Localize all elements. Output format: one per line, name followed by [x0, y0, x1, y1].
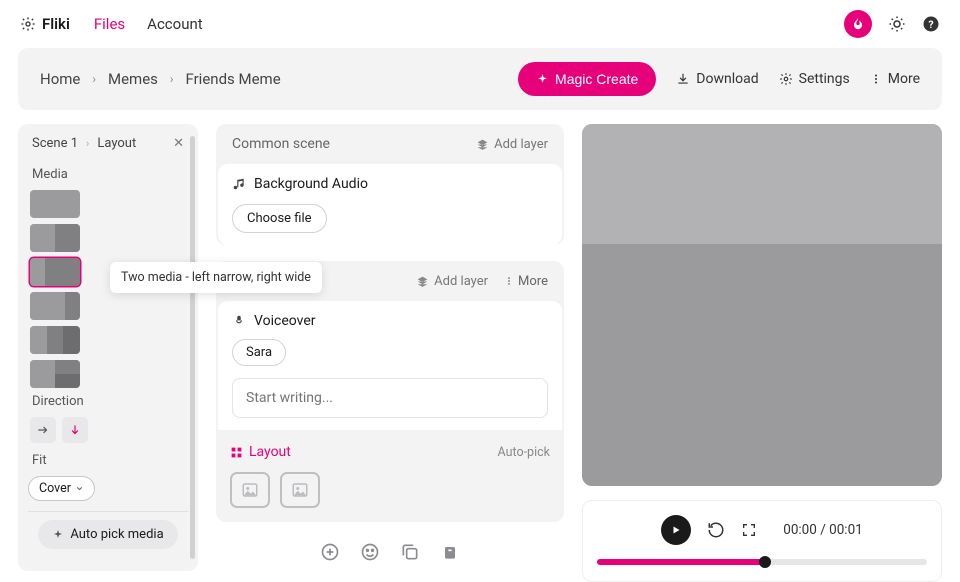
media-heading: Media [32, 167, 184, 182]
crumb-home[interactable]: Home [40, 70, 80, 88]
chevron-down-icon [75, 484, 84, 493]
voiceover-row: Voiceover [232, 313, 548, 329]
help-icon[interactable]: ? [922, 15, 940, 33]
music-icon [232, 177, 246, 191]
common-scene-card: Common scene Add layer Background Audio … [216, 124, 564, 245]
choose-file-button[interactable]: Choose file [232, 204, 327, 233]
gear-icon [779, 72, 793, 86]
more-vertical-icon [870, 72, 882, 86]
fullscreen-icon[interactable] [741, 522, 757, 538]
svg-text:?: ? [928, 18, 933, 31]
fit-heading: Fit [32, 453, 184, 468]
direction-vertical[interactable] [62, 417, 88, 443]
video-preview[interactable] [582, 124, 942, 486]
add-layer-scene[interactable]: Add layer [416, 274, 488, 289]
settings-button[interactable]: Settings [779, 71, 850, 87]
layers-icon [476, 138, 489, 151]
grid-icon [230, 446, 243, 459]
download-icon [676, 72, 690, 86]
download-button[interactable]: Download [676, 71, 758, 87]
player: 00:00 / 00:01 [582, 500, 942, 582]
media-slot-1[interactable] [230, 472, 270, 508]
scene-more[interactable]: More [504, 274, 548, 289]
magic-create-button[interactable]: Magic Create [518, 62, 656, 96]
layers-icon [416, 275, 429, 288]
add-scene-icon[interactable] [320, 542, 340, 562]
layout-right-narrow[interactable] [30, 292, 80, 320]
delete-icon[interactable] [440, 542, 460, 562]
play-icon [670, 524, 682, 536]
add-layer-common[interactable]: Add layer [476, 137, 548, 152]
media-slot-2[interactable] [280, 472, 320, 508]
nav-files[interactable]: Files [94, 15, 125, 33]
layout-left-narrow[interactable] [30, 258, 80, 286]
replay-icon[interactable] [707, 521, 725, 539]
common-scene-title: Common scene [232, 136, 330, 152]
direction-heading: Direction [32, 394, 184, 409]
sparkle-icon [536, 73, 549, 86]
image-icon [240, 481, 260, 499]
fire-icon [851, 17, 865, 31]
emoji-icon[interactable] [360, 542, 380, 562]
seek-bar[interactable] [597, 559, 927, 565]
bg-audio-row: Background Audio [232, 176, 548, 192]
layout-single[interactable] [30, 190, 80, 218]
auto-pick-button[interactable]: Auto-pick [498, 445, 550, 460]
fit-select[interactable]: Cover [28, 476, 95, 501]
script-input[interactable] [232, 378, 548, 418]
upgrade-button[interactable] [844, 10, 872, 38]
layout-tooltip: Two media - left narrow, right wide [110, 262, 322, 293]
crumb-memes[interactable]: Memes [108, 70, 158, 88]
crumb-current: Friends Meme [186, 70, 281, 88]
seek-knob[interactable] [759, 556, 771, 568]
time-display: 00:00 / 00:01 [783, 522, 863, 538]
layout-thirds[interactable] [30, 326, 80, 354]
close-icon[interactable]: ✕ [173, 136, 184, 151]
layout-halves[interactable] [30, 224, 80, 252]
sparkle-icon [52, 529, 64, 541]
lp-layout: Layout [97, 136, 136, 151]
voice-selector[interactable]: Sara [232, 339, 286, 366]
more-button[interactable]: More [870, 71, 920, 87]
image-icon [290, 481, 310, 499]
direction-horizontal[interactable] [30, 417, 56, 443]
scene-card: Scene 1 Add layer More Voiceover [216, 261, 564, 522]
layout-left-right2[interactable] [30, 360, 80, 388]
more-vertical-icon [504, 275, 514, 287]
breadcrumb: Home › Memes › Friends Meme [40, 70, 281, 88]
lp-scene[interactable]: Scene 1 [32, 136, 78, 151]
theme-icon[interactable] [888, 15, 906, 33]
gear-icon [20, 16, 36, 32]
auto-pick-media-button[interactable]: Auto pick media [38, 520, 177, 549]
brand: Fliki [20, 15, 70, 33]
microphone-icon [232, 314, 246, 328]
copy-icon[interactable] [400, 542, 420, 562]
nav-account[interactable]: Account [147, 15, 203, 33]
layout-section-label[interactable]: Layout [230, 444, 291, 460]
